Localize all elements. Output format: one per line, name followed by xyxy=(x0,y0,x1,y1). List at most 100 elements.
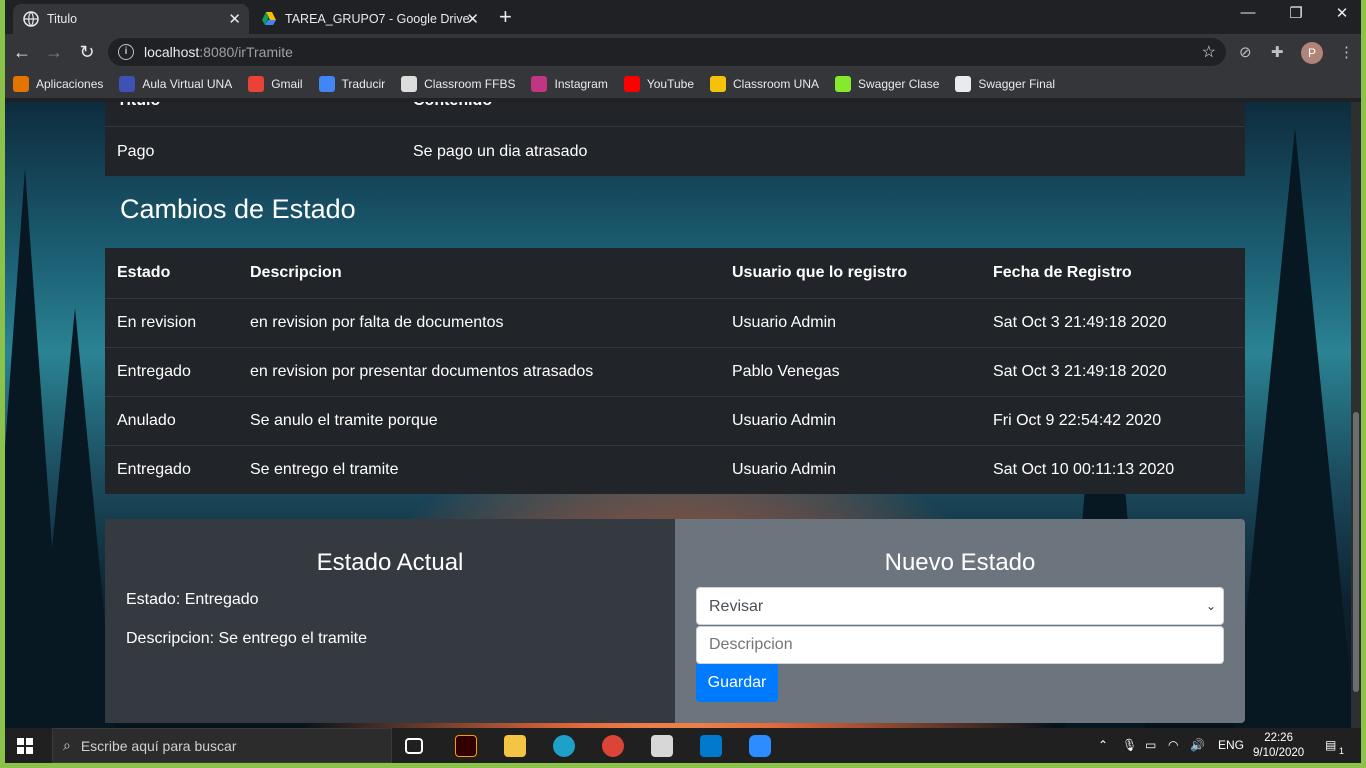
notifications-count: 1 xyxy=(1339,746,1345,756)
toolbar: ← → ↻ i localhost :8080/irTramite ☆ ⊘ ✚ … xyxy=(5,34,1361,70)
estado-select[interactable]: Revisar xyxy=(696,587,1224,625)
bookmark-item[interactable]: Gmail xyxy=(248,76,303,92)
section-title: Cambios de Estado xyxy=(120,194,356,224)
url-path: :8080/irTramite xyxy=(199,44,293,60)
page-viewport: Titulo Contenido Pago Se pago un dia atr… xyxy=(5,102,1351,728)
bookmark-star-icon[interactable]: ☆ xyxy=(1202,42,1216,62)
cell-descripcion: en revision por presentar documentos atr… xyxy=(250,363,594,380)
info-icon[interactable]: i xyxy=(118,44,134,60)
bookmark-icon xyxy=(401,76,418,92)
close-window-button[interactable]: ✕ xyxy=(1319,4,1361,22)
tab-titulo[interactable]: Titulo ✕ xyxy=(13,4,249,34)
address-bar[interactable]: i localhost :8080/irTramite ☆ xyxy=(108,38,1226,66)
cell-estado: Entregado xyxy=(117,363,191,380)
header-fecha: Fecha de Registro xyxy=(993,264,1132,281)
contenido-table: Titulo Contenido Pago Se pago un dia atr… xyxy=(105,102,1245,176)
bookmark-item[interactable]: Traducir xyxy=(318,76,385,92)
windows-taskbar: ⌕ Escribe aquí para buscar ⌃ 🎙 ▭ ◠ 🔊 ENG… xyxy=(5,728,1361,763)
task-view-icon[interactable] xyxy=(405,738,423,754)
bookmark-label: Instagram xyxy=(554,77,608,91)
cell-contenido: Se pago un dia atrasado xyxy=(413,142,588,160)
microphone-icon[interactable]: 🎙 xyxy=(1122,738,1137,752)
cell-usuario: Usuario Admin xyxy=(732,412,837,429)
notifications-icon[interactable]: ▤ xyxy=(1325,738,1336,752)
table-header: Estado Descripcion Usuario que lo regist… xyxy=(105,248,1245,298)
bookmark-label: YouTube xyxy=(646,77,694,91)
cell-descripcion: Se entrego el tramite xyxy=(250,461,399,478)
clock[interactable]: 22:26 9/10/2020 xyxy=(1253,731,1304,761)
reload-button[interactable]: ↻ xyxy=(75,40,99,64)
close-tab-icon[interactable]: ✕ xyxy=(466,10,479,28)
close-tab-icon[interactable]: ✕ xyxy=(228,10,241,28)
cell-titulo: Pago xyxy=(117,142,155,160)
tab-drive[interactable]: TAREA_GRUPO7 - Google Drive ✕ xyxy=(251,4,487,34)
cell-usuario: Usuario Admin xyxy=(732,314,837,331)
taskbar-search[interactable]: ⌕ Escribe aquí para buscar xyxy=(52,728,392,763)
windows-start-icon[interactable] xyxy=(17,738,33,759)
volume-icon[interactable]: 🔊 xyxy=(1190,738,1205,752)
search-icon: ⌕ xyxy=(63,737,71,753)
cell-descripcion: Se anulo el tramite porque xyxy=(250,412,438,429)
cell-fecha: Sat Oct 10 00:11:13 2020 xyxy=(993,461,1175,478)
puzzle-icon[interactable]: ✚ xyxy=(1271,43,1284,61)
table-row: Pago Se pago un dia atrasado xyxy=(105,126,1245,176)
bookmark-item[interactable]: Swagger Clase xyxy=(835,76,939,92)
table-body: En revision en revision por falta de docu… xyxy=(105,298,1245,494)
bookmark-item[interactable]: Aplicaciones xyxy=(13,76,103,92)
tab-strip: Titulo ✕ TAREA_GRUPO7 - Google Drive ✕ +… xyxy=(5,0,1361,34)
back-button[interactable]: ← xyxy=(10,40,34,64)
header-descripcion: Descripcion xyxy=(250,264,342,281)
tab-title: Titulo xyxy=(47,12,78,26)
language-indicator[interactable]: ENG xyxy=(1218,738,1244,752)
cell-descripcion: en revision por falta de documentos xyxy=(250,314,504,331)
zoom-icon[interactable] xyxy=(749,735,771,757)
bookmark-label: Classroom UNA xyxy=(733,77,820,91)
bookmark-icon xyxy=(955,76,972,92)
battery-icon[interactable]: ▭ xyxy=(1145,738,1156,752)
bookmark-item[interactable]: Aula Virtual UNA xyxy=(119,76,232,92)
bookmark-icon xyxy=(623,76,640,92)
cell-fecha: Sat Oct 3 21:49:18 2020 xyxy=(993,363,1167,380)
bookmark-icon xyxy=(531,76,548,92)
illustrator-icon[interactable] xyxy=(455,735,477,757)
box-app-icon[interactable] xyxy=(651,735,673,757)
table-header: Titulo Contenido xyxy=(105,102,1245,126)
google-drive-icon xyxy=(261,11,277,27)
bookmark-item[interactable]: YouTube xyxy=(623,76,694,92)
chrome-icon[interactable] xyxy=(602,735,624,757)
scrollbar-thumb[interactable] xyxy=(1353,412,1359,692)
maximize-button[interactable]: ❐ xyxy=(1273,4,1319,22)
cell-usuario: Usuario Admin xyxy=(732,461,837,478)
chevron-down-icon: ⌄ xyxy=(1206,599,1217,613)
forward-button[interactable]: → xyxy=(42,40,66,64)
edge-icon[interactable] xyxy=(553,735,575,757)
estado-actual-title: Estado Actual xyxy=(316,549,464,576)
new-tab-button[interactable]: + xyxy=(499,6,512,28)
descripcion-input[interactable] xyxy=(696,626,1224,664)
bookmark-item[interactable]: Instagram xyxy=(531,76,608,92)
bookmark-label: Aula Virtual UNA xyxy=(142,77,233,91)
extension-icon[interactable]: ⊘ xyxy=(1239,43,1252,61)
cell-usuario: Pablo Venegas xyxy=(732,363,840,380)
bookmark-label: Swagger Clase xyxy=(858,77,940,91)
guardar-button[interactable]: Guardar xyxy=(696,664,778,702)
bookmark-item[interactable]: Swagger Final xyxy=(955,76,1055,92)
background-tree xyxy=(1235,128,1351,728)
wifi-icon[interactable]: ◠ xyxy=(1168,738,1178,752)
cell-estado: Anulado xyxy=(117,412,176,429)
bookmark-icon xyxy=(835,76,852,92)
bookmarks-bar: Aplicaciones Aula Virtual UNA Gmail Traduci… xyxy=(5,70,1361,98)
tray-chevron-icon[interactable]: ⌃ xyxy=(1098,738,1108,752)
minimize-button[interactable]: — xyxy=(1225,4,1271,21)
table-row: En revision en revision por falta de docu… xyxy=(105,298,1245,347)
vscode-icon[interactable] xyxy=(700,735,722,757)
bookmark-item[interactable]: Classroom UNA xyxy=(710,76,819,92)
estado-actual-estado: Estado: Entregado xyxy=(126,591,259,608)
profile-avatar[interactable]: P xyxy=(1301,42,1323,64)
bookmark-label: Classroom FFBS xyxy=(424,77,516,91)
bookmark-item[interactable]: Classroom FFBS xyxy=(401,76,515,92)
page-scrollbar[interactable] xyxy=(1351,102,1361,728)
estado-actual-panel: Estado Actual Estado: Entregado Descripc… xyxy=(105,519,675,723)
menu-icon[interactable]: ⋮ xyxy=(1339,43,1354,61)
file-explorer-icon[interactable] xyxy=(504,735,526,757)
